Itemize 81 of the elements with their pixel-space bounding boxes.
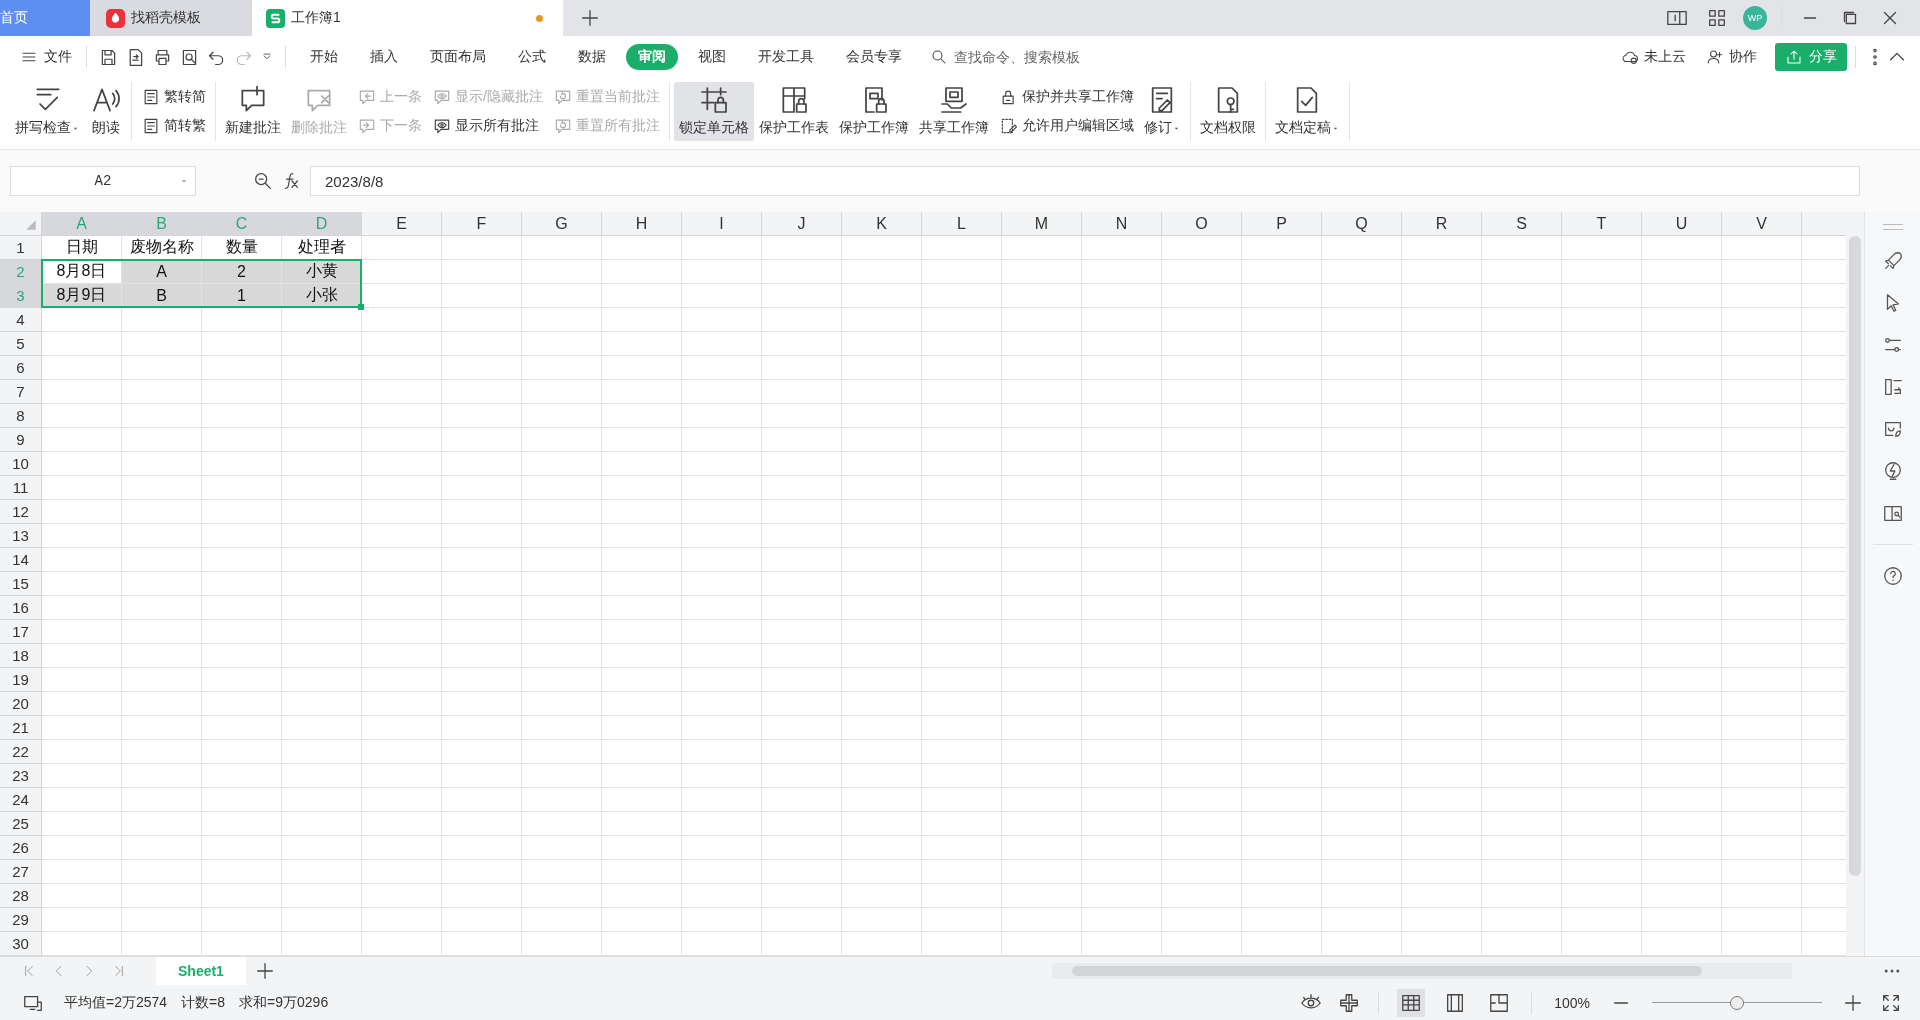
row-header[interactable]: 8: [0, 404, 42, 428]
ribbon-button[interactable]: 文档权限: [1194, 82, 1261, 141]
table-cell[interactable]: B: [122, 284, 202, 308]
ribbon-button[interactable]: 繁转简: [139, 84, 208, 109]
row-header[interactable]: 20: [0, 692, 42, 716]
table-cell[interactable]: 1: [202, 284, 282, 308]
search-icon: [930, 48, 948, 66]
slider-thumb[interactable]: [1730, 995, 1744, 1010]
person-add-icon: [1706, 48, 1724, 66]
cross-icon[interactable]: [1338, 991, 1361, 1014]
ribbon-button[interactable]: 共享工作簿: [913, 82, 994, 141]
ribbon-button[interactable]: 保护工作表: [753, 82, 834, 141]
row-header[interactable]: 15: [0, 572, 42, 596]
row-header[interactable]: 10: [0, 452, 42, 476]
share-icon: [1785, 48, 1803, 66]
grid-icon[interactable]: [1397, 988, 1426, 1017]
menu-tab[interactable]: 页面布局: [418, 44, 498, 70]
row-header[interactable]: 1: [0, 236, 42, 260]
formula-field[interactable]: 2023/8/8: [310, 166, 1860, 196]
plus-icon[interactable]: [579, 7, 601, 29]
ribbon-button[interactable]: 简转繁: [139, 114, 208, 139]
row-header[interactable]: 23: [0, 764, 42, 788]
status-text: 求和=9万0296: [239, 993, 329, 1012]
row-header[interactable]: 22: [0, 740, 42, 764]
ribbon-button[interactable]: 保护工作簿: [833, 82, 914, 141]
row-header[interactable]: 4: [0, 308, 42, 332]
window-tab[interactable]: 工作簿1: [252, 0, 563, 36]
row-header[interactable]: 17: [0, 620, 42, 644]
search-field[interactable]: 查找命令、搜索模板: [930, 48, 1156, 66]
row-header[interactable]: 26: [0, 836, 42, 860]
menu-tab[interactable]: 数据: [566, 44, 618, 70]
row-header[interactable]: 13: [0, 524, 42, 548]
ribbon-button[interactable]: 朗读: [85, 82, 127, 141]
ribbon-button[interactable]: 保护并共享工作簿: [996, 84, 1136, 109]
row-header[interactable]: 19: [0, 668, 42, 692]
scrollbar[interactable]: [1846, 212, 1864, 956]
row-header[interactable]: 5: [0, 332, 42, 356]
row-header[interactable]: 27: [0, 860, 42, 884]
row-header[interactable]: 12: [0, 500, 42, 524]
menu-tab[interactable]: 会员专享: [834, 44, 914, 70]
file-menu[interactable]: 文件: [14, 48, 78, 66]
menu-tab[interactable]: 视图: [686, 44, 738, 70]
cloud-status-button[interactable]: 未上云: [1621, 48, 1686, 66]
flame-logo-icon: [106, 8, 125, 28]
ribbon-button[interactable]: 锁定单元格: [673, 82, 754, 141]
status-text: 平均值=2万2574: [64, 993, 168, 1012]
scrollbar[interactable]: [1052, 963, 1792, 979]
window-tab[interactable]: 找稻壳模板: [90, 0, 252, 36]
row-header[interactable]: 14: [0, 548, 42, 572]
help-icon[interactable]: [1881, 565, 1904, 587]
menu-tab[interactable]: 开始: [298, 44, 350, 70]
row-header[interactable]: 11: [0, 476, 42, 500]
menu-tab[interactable]: 开发工具: [746, 44, 826, 70]
ribbon-button[interactable]: 允许用户编辑区域: [996, 114, 1136, 139]
ribbon-button[interactable]: 新建批注: [220, 82, 286, 141]
ribbon-button[interactable]: 显示所有批注: [430, 114, 545, 139]
row-header[interactable]: 16: [0, 596, 42, 620]
menu-tab[interactable]: 插入: [358, 44, 410, 70]
ribbon-button[interactable]: 文档定稿: [1269, 82, 1345, 141]
status-text: 计数=8: [181, 993, 226, 1012]
apps-icon[interactable]: [1706, 7, 1728, 29]
row-header[interactable]: 24: [0, 788, 42, 812]
table-cell[interactable]: 2: [202, 260, 282, 284]
row-header[interactable]: 21: [0, 716, 42, 740]
table-cell[interactable]: A: [122, 260, 202, 284]
row-header[interactable]: 30: [0, 932, 42, 956]
collaborate-button[interactable]: 协作: [1706, 48, 1757, 66]
zoom-dropdown[interactable]: 100%: [1554, 994, 1590, 1011]
row-header[interactable]: 6: [0, 356, 42, 380]
ribbon-button[interactable]: 拼写检查: [10, 82, 85, 141]
row-header[interactable]: 18: [0, 644, 42, 668]
sheet-logo-icon: [266, 8, 285, 28]
row-header[interactable]: 25: [0, 812, 42, 836]
row-header[interactable]: 29: [0, 908, 42, 932]
menu-tab[interactable]: 公式: [506, 44, 558, 70]
row-header[interactable]: 9: [0, 428, 42, 452]
ribbon-button[interactable]: 修订: [1138, 82, 1186, 141]
zoom-icon[interactable]: [252, 170, 274, 192]
row-header[interactable]: 28: [0, 884, 42, 908]
name-box[interactable]: A2: [10, 166, 196, 196]
row-header[interactable]: 7: [0, 380, 42, 404]
